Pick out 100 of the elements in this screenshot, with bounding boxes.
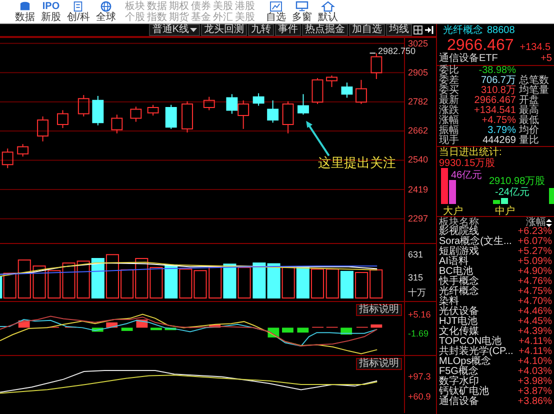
- quote-label: 委买: [439, 86, 460, 96]
- sector-name[interactable]: AI语料: [439, 257, 468, 267]
- sector-name[interactable]: Sora概念(文生...: [439, 237, 512, 247]
- sector-name[interactable]: 通信设备: [439, 397, 479, 407]
- candle: [341, 82, 353, 98]
- flow-amount: 46亿元: [451, 170, 482, 181]
- sector-name[interactable]: 影视院线: [439, 227, 479, 237]
- sector-change: +4.11%: [518, 337, 552, 347]
- sector-change: +3.86%: [518, 397, 552, 407]
- chart-tool-button[interactable]: 龙头回测: [201, 24, 247, 36]
- sector-name[interactable]: 光伏设备: [439, 307, 479, 317]
- sector-name[interactable]: MLOps概念: [439, 357, 492, 367]
- quote-label: 涨跌: [439, 106, 460, 116]
- sector-change: +5.27%: [518, 247, 552, 257]
- sector-change: +4.11%: [518, 347, 552, 357]
- annotation-text: 这里提出关注: [318, 156, 396, 170]
- chart-tool-button[interactable]: 热点掘金: [302, 24, 348, 36]
- house-icon: [320, 1, 336, 12]
- chart-tool-button[interactable]: 均线: [386, 24, 412, 36]
- candle: [92, 95, 104, 126]
- indicator-info-button[interactable]: 指标说明: [356, 304, 402, 316]
- toolbar-button[interactable]: 自选: [262, 1, 289, 23]
- sector-name[interactable]: TOPCON电池: [439, 337, 502, 347]
- grid-icon[interactable]: [413, 25, 423, 35]
- candle: [312, 78, 324, 104]
- toolbar-button[interactable]: 创/科: [64, 1, 93, 23]
- candle: [165, 104, 177, 130]
- axis-label: 2419: [408, 185, 428, 194]
- sector-change: +4.90%: [518, 267, 552, 277]
- candle: [326, 74, 338, 88]
- sector-name[interactable]: 共封装光学(CP...: [439, 347, 514, 357]
- chart-tool-button[interactable]: 加自选: [349, 24, 385, 36]
- sector-name[interactable]: 文化传媒: [439, 327, 479, 337]
- candle: [238, 100, 250, 130]
- candle: [78, 94, 90, 117]
- candle: [37, 116, 48, 142]
- sector-name[interactable]: HJT电池: [439, 317, 478, 327]
- axis-label: +97.3: [408, 372, 431, 382]
- arrow-to-bar-icon[interactable]: [424, 25, 434, 35]
- flow-volume: 9930.15万股: [439, 158, 496, 169]
- sort-icon: [546, 218, 552, 226]
- flow-bar: [549, 188, 554, 204]
- candle: [226, 94, 238, 114]
- quote-value: 310.8万: [480, 86, 516, 96]
- flow-group-label: 中户: [495, 206, 515, 216]
- candle: [2, 148, 14, 169]
- sector-change: +4.45%: [518, 317, 552, 327]
- candle: [130, 106, 142, 122]
- axis-label: 十万: [408, 288, 426, 298]
- quote-value: +4.75%: [480, 116, 516, 126]
- sector-name[interactable]: F5G概念: [439, 367, 478, 377]
- quote-label: 量比: [519, 136, 540, 146]
- instrument-name: 光纤概念: [443, 26, 483, 36]
- candle: [267, 100, 279, 124]
- price-change: +134.5: [520, 42, 551, 54]
- chart-tool-button[interactable]: 九转: [248, 24, 274, 36]
- sector-change: +4.70%: [518, 297, 552, 307]
- axis-label: +60.9: [408, 392, 431, 402]
- sector-name[interactable]: 数字水印: [439, 377, 479, 387]
- candle: [298, 94, 309, 116]
- toolbar-button[interactable]: 多窗: [288, 1, 315, 23]
- caret-icon: [190, 27, 197, 33]
- quote-label: 振幅: [439, 126, 460, 136]
- axis-label: 2782: [408, 97, 428, 106]
- toolbar-button[interactable]: 全球: [92, 1, 119, 23]
- sector-change: +4.39%: [518, 327, 552, 337]
- axis-label: 631: [408, 250, 424, 260]
- axis-label: 315: [408, 273, 424, 282]
- chart-tool-button[interactable]: 事件: [275, 24, 301, 36]
- quote-label: 最低: [519, 116, 540, 126]
- quote-value: 3.79%: [486, 126, 516, 136]
- axis-label: 2297: [408, 214, 428, 224]
- sector-name[interactable]: 钙钛矿电池: [439, 387, 489, 397]
- sector-name[interactable]: 快手概念: [439, 277, 479, 287]
- leader-line: [369, 52, 376, 54]
- sector-name[interactable]: BC电池: [439, 267, 473, 277]
- candle: [147, 104, 159, 116]
- axis-label: -1.69: [408, 329, 429, 338]
- toolbar-button[interactable]: 数据: [12, 1, 38, 23]
- chart-type-dropdown[interactable]: 普通K线: [149, 24, 200, 36]
- sector-name[interactable]: 光纤概念: [439, 287, 479, 297]
- sector-change: +3.98%: [518, 377, 552, 387]
- sector-change: +5.09%: [518, 257, 552, 267]
- sector-name[interactable]: 短剧游戏: [439, 247, 479, 257]
- instrument-code: 88608: [487, 26, 515, 36]
- sector-name[interactable]: 染料: [439, 297, 459, 307]
- quote-value: 2966.467: [473, 96, 516, 106]
- monitor-icon: [294, 1, 310, 12]
- ipo-icon: IPO: [42, 1, 60, 12]
- toolbar-button[interactable]: 默认: [314, 1, 341, 23]
- quote-label: 现手: [439, 136, 460, 146]
- sector-change: +6.07%: [518, 237, 552, 247]
- sector-change: +4.46%: [518, 307, 552, 317]
- flow-group-label: 大户: [443, 206, 463, 216]
- quote-value: -38.98%: [478, 66, 516, 76]
- indicator-info-button[interactable]: 指标说明: [356, 358, 402, 370]
- quote-label: 涨幅: [439, 116, 460, 126]
- quote-label: 最高: [519, 106, 540, 116]
- sector-change: +4.75%: [518, 287, 552, 297]
- toolbar-button[interactable]: IPO 新股: [38, 1, 64, 23]
